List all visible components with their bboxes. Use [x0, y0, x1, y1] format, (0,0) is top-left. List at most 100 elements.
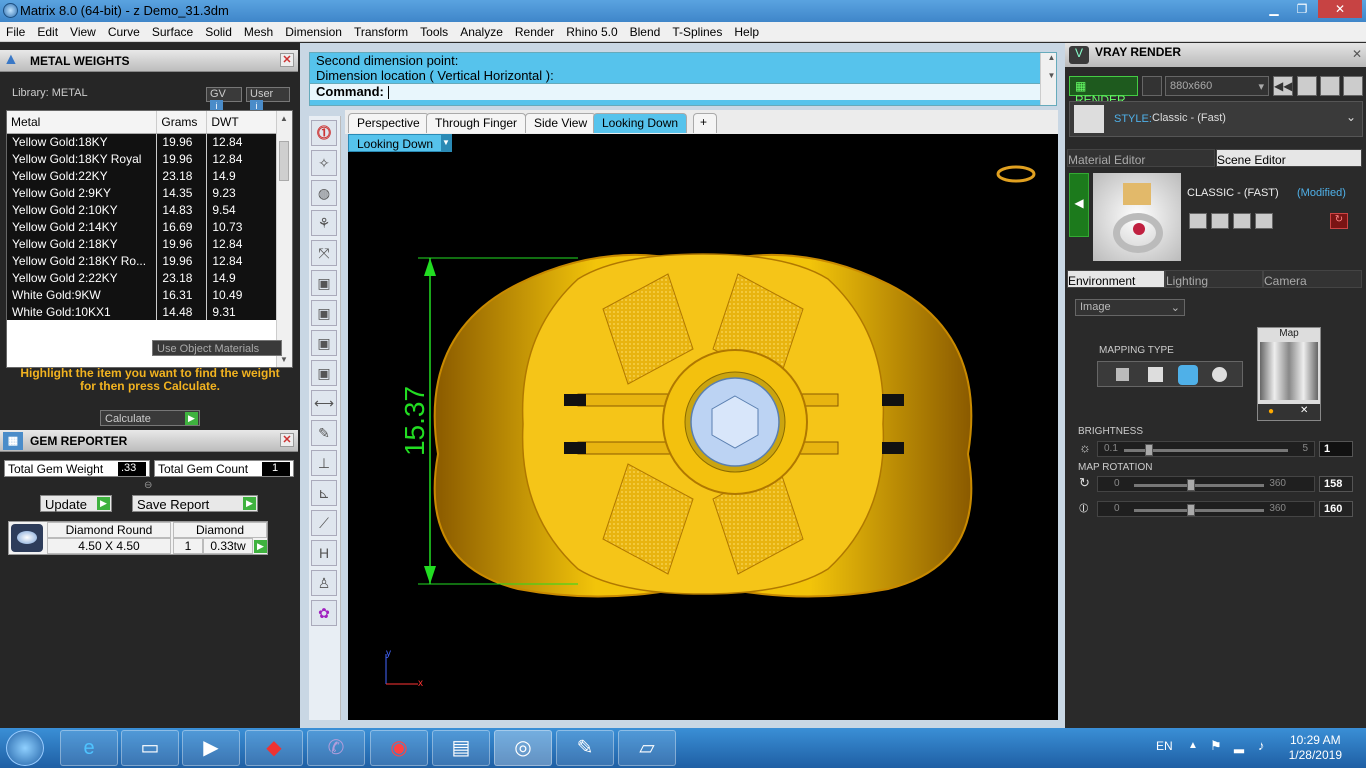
media-player-icon[interactable]: ▶ — [182, 730, 240, 766]
close-icon[interactable]: ✕ — [1352, 47, 1362, 61]
dome-map-icon[interactable] — [1212, 367, 1227, 382]
save-as-icon[interactable] — [1211, 213, 1229, 229]
rotation-v-slider[interactable]: 0 360 — [1097, 501, 1315, 517]
table-row[interactable]: Yellow Gold:18KY Royal 19.96 12.84 — [7, 150, 277, 167]
menu-transform[interactable]: Transform — [348, 22, 414, 39]
explorer-icon[interactable]: ▭ — [121, 730, 179, 766]
menu-solid[interactable]: Solid — [199, 22, 238, 39]
globe-icon[interactable] — [1142, 76, 1162, 96]
minimize-button[interactable]: ▁ — [1260, 0, 1288, 18]
tab-scene-editor[interactable]: Scene Editor — [1216, 149, 1362, 167]
snap-r-icon[interactable]: ⊾ — [311, 480, 337, 506]
collapse-left-icon[interactable]: ◀ — [1069, 173, 1089, 237]
menu-tsplines[interactable]: T-Splines — [666, 22, 728, 39]
calculate-button[interactable]: Calculate ▶ — [100, 410, 200, 426]
table-row[interactable]: Yellow Gold:22KY 23.18 14.9 — [7, 167, 277, 184]
gumball-icon[interactable]: ✧ — [311, 150, 337, 176]
pencil-icon[interactable]: ✎ — [311, 420, 337, 446]
axis-icon[interactable]: ⤧ — [311, 240, 337, 266]
paint-icon[interactable]: ✎ — [556, 730, 614, 766]
update-button[interactable]: Update ▶ — [40, 495, 112, 512]
table-row[interactable]: White Gold:10KX1 14.48 9.31 — [7, 303, 277, 320]
menu-blend[interactable]: Blend — [624, 22, 667, 39]
tab-camera[interactable]: Camera — [1263, 270, 1362, 288]
command-scrollbar[interactable]: ▲ ▼ — [1040, 53, 1056, 105]
color-picker-icon[interactable]: ● — [1268, 406, 1274, 417]
rotation-h-value[interactable]: 158 — [1319, 476, 1353, 492]
tab-perspective[interactable]: Perspective — [348, 113, 429, 133]
language-indicator[interactable]: EN — [1156, 739, 1173, 753]
menu-surface[interactable]: Surface — [146, 22, 199, 39]
brightness-slider[interactable]: 0.1 5 — [1097, 441, 1315, 457]
viewport-looking-down[interactable]: 15.37 y x — [348, 134, 1058, 720]
close-button[interactable]: ✕ — [1318, 0, 1362, 18]
save-report-button[interactable]: Save Report ▶ — [132, 495, 258, 512]
cube-map-icon[interactable] — [1148, 367, 1163, 382]
table-row[interactable]: White Gold:9KW 16.31 10.49 — [7, 286, 277, 303]
rotation-v-value[interactable]: 160 — [1319, 501, 1353, 517]
play-icon[interactable]: ▶ — [254, 540, 267, 553]
user-toggle[interactable]: User i — [246, 87, 290, 113]
rotation-h-thumb[interactable] — [1187, 479, 1196, 491]
menu-tools[interactable]: Tools — [414, 22, 454, 39]
menu-dimension[interactable]: Dimension — [279, 22, 348, 39]
gem-list-item[interactable]: Diamond Round 4.50 X 4.50 Diamond 1 0.33… — [8, 521, 268, 555]
network-icon[interactable]: ▂ — [1234, 738, 1244, 754]
gallery-icon[interactable] — [1297, 76, 1317, 96]
viber-icon[interactable]: ✆ — [307, 730, 365, 766]
view-dropdown[interactable]: Looking Down ▼ — [348, 134, 452, 152]
start-button[interactable] — [6, 730, 44, 766]
show-hidden-icons[interactable]: ▲ — [1188, 740, 1198, 751]
snap-off-icon[interactable]: ⊥ — [311, 450, 337, 476]
table-row[interactable]: Yellow Gold 2:10KY 14.83 9.54 — [7, 201, 277, 218]
menu-file[interactable]: File — [0, 22, 31, 39]
menu-mesh[interactable]: Mesh — [238, 22, 279, 39]
planar-map-icon[interactable] — [1116, 368, 1129, 381]
add-tab-button[interactable]: + — [693, 113, 717, 133]
collapse-handle-icon[interactable]: ⊖ — [144, 480, 152, 491]
chrome-icon[interactable]: ◉ — [370, 730, 428, 766]
use-object-materials-checkbox[interactable]: Use Object Materials — [152, 340, 282, 356]
brightness-thumb[interactable] — [1144, 444, 1153, 456]
clock[interactable]: 10:29 AM 1/28/2019 — [1289, 733, 1342, 763]
action-center-icon[interactable]: ⚑ — [1210, 738, 1222, 754]
menu-view[interactable]: View — [64, 22, 102, 39]
globe-icon[interactable]: ◍ — [311, 180, 337, 206]
measure-icon[interactable]: ⟋ — [311, 510, 337, 536]
table-row[interactable]: Yellow Gold 2:18KY 19.96 12.84 — [7, 235, 277, 252]
col-metal[interactable]: Metal — [7, 111, 158, 134]
save-icon[interactable] — [1189, 213, 1207, 229]
list-icon[interactable] — [1320, 76, 1340, 96]
volume-icon[interactable]: ♪ — [1258, 738, 1265, 753]
clear-map-icon[interactable]: ✕ — [1300, 405, 1308, 416]
tab-material-editor[interactable]: Material Editor — [1067, 149, 1215, 167]
menu-rhino[interactable]: Rhino 5.0 — [560, 22, 623, 39]
height-icon[interactable]: H — [311, 540, 337, 566]
tab-environment[interactable]: Environment — [1067, 270, 1165, 288]
matrix-icon[interactable]: ◎ — [494, 730, 552, 766]
reset-icon[interactable]: ↻ — [1330, 213, 1348, 229]
ie-icon[interactable]: e — [60, 730, 118, 766]
table-row[interactable]: Yellow Gold 2:18KY Ro... 19.96 12.84 — [7, 252, 277, 269]
maximize-button[interactable]: ❐ — [1288, 0, 1316, 18]
box-edit-icon[interactable]: ▣ — [311, 300, 337, 326]
menu-edit[interactable]: Edit — [31, 22, 64, 39]
environment-type-select[interactable]: Image ⌄ — [1075, 299, 1185, 316]
menu-curve[interactable]: Curve — [102, 22, 146, 39]
menu-icon[interactable] — [1343, 76, 1363, 96]
gear-icon[interactable]: ✿ — [311, 600, 337, 626]
stop-icon[interactable]: ⓵ — [311, 120, 337, 146]
tab-lighting[interactable]: Lighting — [1165, 270, 1263, 288]
rotation-v-thumb[interactable] — [1187, 504, 1196, 516]
col-grams[interactable]: Grams — [156, 111, 208, 134]
rewind-icon[interactable]: ◀◀ — [1273, 76, 1293, 96]
box-icon[interactable]: ▣ — [311, 270, 337, 296]
table-row[interactable]: Yellow Gold 2:22KY 23.18 14.9 — [7, 269, 277, 286]
gv-toggle[interactable]: GV i — [206, 87, 242, 113]
style-select[interactable]: STYLE: Classic - (Fast) ⌄ — [1069, 101, 1363, 137]
brightness-value[interactable]: 1 — [1319, 441, 1353, 457]
control-panel-icon[interactable]: ▤ — [432, 730, 490, 766]
import-icon[interactable] — [1255, 213, 1273, 229]
resolution-select[interactable]: 880x660 ▾ — [1165, 76, 1269, 96]
export-icon[interactable] — [1233, 213, 1251, 229]
